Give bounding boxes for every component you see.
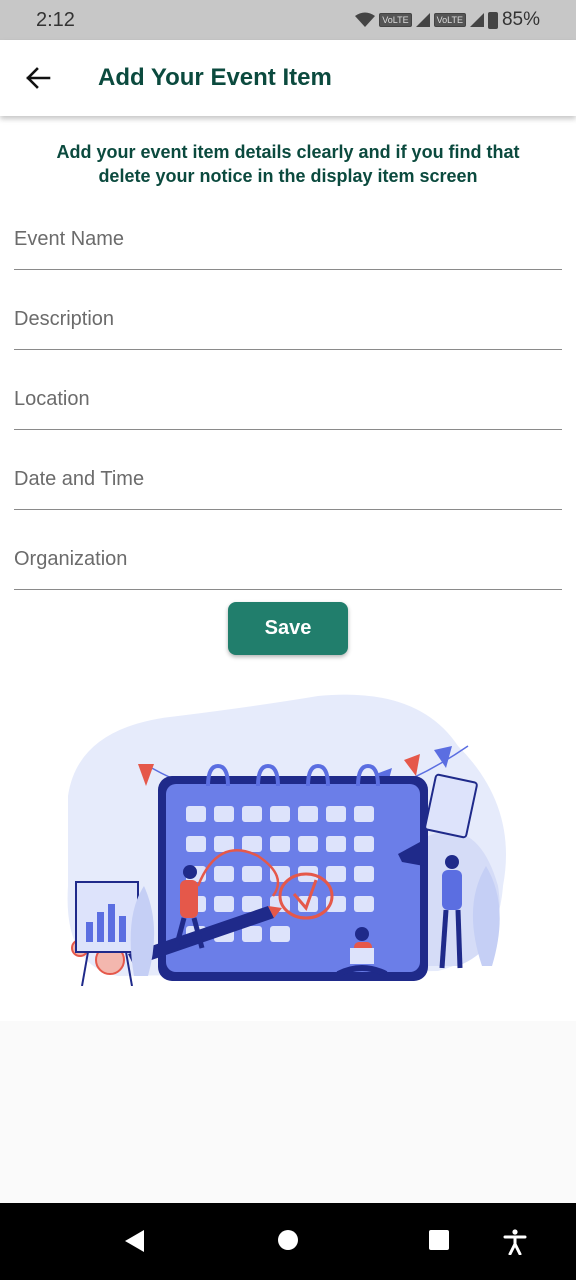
volte-badge-2: VoLTE — [433, 13, 466, 27]
battery-percent: 85% — [501, 9, 540, 30]
status-time: 2:12 — [36, 8, 75, 31]
nav-accessibility-button[interactable] — [503, 1229, 527, 1260]
nav-recents-button[interactable] — [428, 1229, 450, 1256]
status-bar: 2:12 VoLTE VoLTE 85% — [0, 0, 576, 40]
save-button[interactable]: Save — [228, 602, 348, 655]
description-field — [14, 270, 562, 350]
arrow-left-icon — [26, 67, 51, 89]
event-name-field — [14, 190, 562, 270]
intro-text: Add your event item details clearly and … — [56, 142, 520, 186]
accessibility-icon — [503, 1229, 527, 1256]
organization-field — [14, 510, 562, 590]
back-button[interactable] — [0, 40, 76, 116]
event-name-input[interactable] — [14, 228, 562, 251]
date-time-field — [14, 430, 562, 510]
organization-input[interactable] — [14, 548, 562, 571]
signal-icon-1 — [415, 13, 430, 27]
page-title: Add Your Event Item — [98, 64, 332, 91]
form-container: Add your event item details clearly and … — [0, 116, 576, 1021]
location-input[interactable] — [14, 388, 562, 411]
status-icons: VoLTE VoLTE 85% — [355, 9, 540, 31]
wifi-icon — [355, 12, 376, 27]
battery-icon — [487, 11, 498, 29]
date-time-input[interactable] — [14, 468, 562, 491]
system-nav-bar — [0, 1203, 576, 1280]
nav-back-button[interactable] — [124, 1229, 146, 1258]
signal-icon-2 — [469, 13, 484, 27]
event-calendar-illustration — [67, 694, 507, 986]
triangle-back-icon — [125, 1230, 144, 1252]
circle-home-icon — [278, 1230, 298, 1250]
location-field — [14, 350, 562, 430]
volte-badge-1: VoLTE — [379, 13, 412, 27]
description-input[interactable] — [14, 308, 562, 331]
square-recents-icon — [429, 1230, 449, 1250]
nav-home-button[interactable] — [277, 1229, 299, 1256]
app-bar: Add Your Event Item — [0, 40, 576, 116]
